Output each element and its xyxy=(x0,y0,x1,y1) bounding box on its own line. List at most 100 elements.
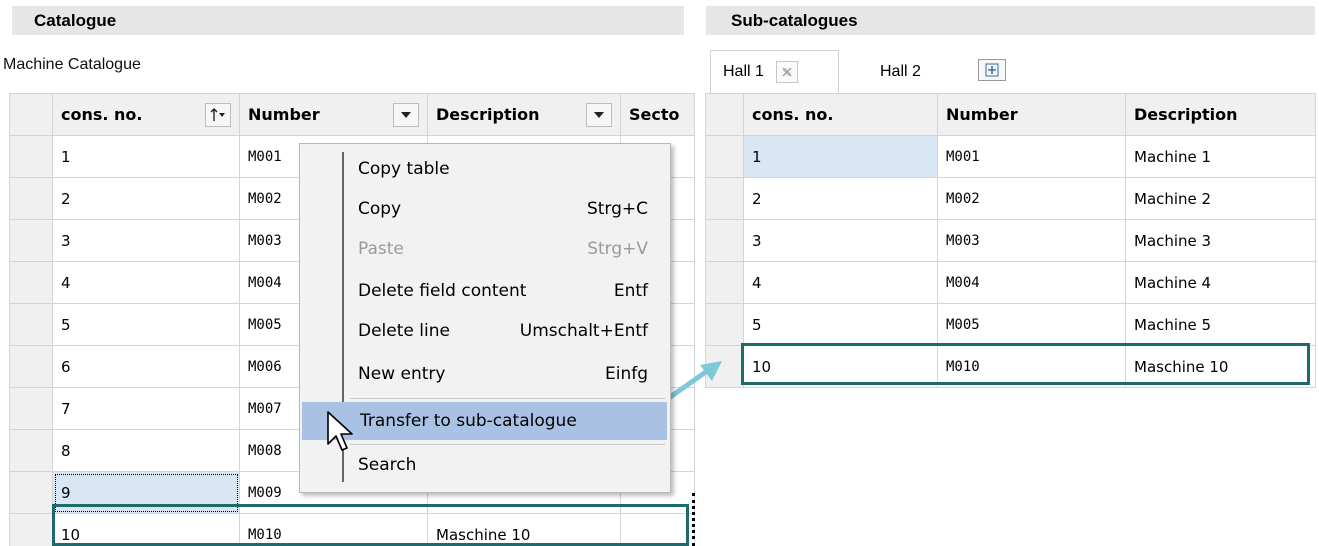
cell-cons-no[interactable]: 3 xyxy=(52,219,240,262)
row-header[interactable] xyxy=(705,135,744,178)
row-header[interactable] xyxy=(705,261,744,304)
cell-number[interactable]: M004 xyxy=(937,261,1126,304)
cell-number[interactable]: M005 xyxy=(937,303,1126,346)
menu-item-label: New entry xyxy=(358,364,446,384)
menu-item-label: Paste xyxy=(358,239,404,259)
menu-item-shortcut: Einfg xyxy=(604,364,648,384)
menu-item-label: Delete line xyxy=(358,321,450,341)
table-row[interactable]: 5 M005 Machine 5 xyxy=(705,303,1316,346)
row-header[interactable] xyxy=(705,219,744,262)
menu-item-search[interactable]: Search xyxy=(300,446,670,484)
sub-catalogues-header: Sub-catalogues xyxy=(706,6,1315,35)
row-header[interactable] xyxy=(9,513,53,546)
row-header[interactable] xyxy=(9,387,53,430)
table-row[interactable]: 2 M002 Machine 2 xyxy=(705,177,1316,220)
cell-description[interactable]: Machine 2 xyxy=(1125,177,1316,220)
menu-item-copy[interactable]: Copy Strg+C xyxy=(300,190,670,228)
menu-item-label: Copy xyxy=(358,199,402,219)
column-header-cons-no[interactable]: cons. no. xyxy=(52,93,240,136)
row-header[interactable] xyxy=(9,471,53,514)
menu-item-shortcut: Entf xyxy=(613,281,648,301)
cell-number[interactable]: M010 xyxy=(937,345,1126,388)
cell-cons-no[interactable]: 5 xyxy=(52,303,240,346)
table-row[interactable]: 10 M010 Maschine 10 xyxy=(9,513,695,546)
row-header[interactable] xyxy=(9,303,53,346)
column-header-cons-no[interactable]: cons. no. xyxy=(743,93,938,136)
cell-sector[interactable] xyxy=(620,513,695,546)
row-header[interactable] xyxy=(9,429,53,472)
menu-divider xyxy=(350,398,665,399)
cell-cons-no[interactable]: 2 xyxy=(743,177,938,220)
column-label: Number xyxy=(248,105,320,124)
menu-item-new-entry[interactable]: New entry Einfg xyxy=(300,355,670,393)
menu-item-label: Delete field content xyxy=(358,281,527,301)
cell-cons-no[interactable]: 4 xyxy=(743,261,938,304)
cell-number[interactable]: M003 xyxy=(937,219,1126,262)
menu-item-delete-line[interactable]: Delete line Umschalt+Entf xyxy=(300,312,670,350)
plus-icon[interactable] xyxy=(978,59,1006,81)
column-header-number[interactable]: Number xyxy=(239,93,428,136)
sort-ascending-icon[interactable] xyxy=(205,102,231,127)
row-header[interactable] xyxy=(9,135,53,178)
column-header-sector[interactable]: Secto xyxy=(620,93,695,136)
cell-description[interactable]: Machine 1 xyxy=(1125,135,1316,178)
close-icon[interactable] xyxy=(775,61,798,83)
row-header[interactable] xyxy=(9,177,53,220)
sub-catalogue-table: cons. no. Number Description 1 M001 Mach… xyxy=(705,93,1316,388)
table-row[interactable]: 3 M003 Machine 3 xyxy=(705,219,1316,262)
table-row[interactable]: 10 M010 Maschine 10 xyxy=(705,345,1316,388)
cell-cons-no[interactable]: 4 xyxy=(52,261,240,304)
row-header-corner xyxy=(705,93,744,136)
column-label: cons. no. xyxy=(61,105,143,124)
column-label: Description xyxy=(436,105,540,124)
row-header[interactable] xyxy=(705,303,744,346)
menu-item-shortcut: Strg+V xyxy=(587,239,648,259)
cell-cons-no[interactable]: 1 xyxy=(743,135,938,178)
cell-cons-no[interactable]: 9 xyxy=(52,471,240,514)
cell-description[interactable]: Maschine 10 xyxy=(427,513,621,546)
table-row[interactable]: 4 M004 Machine 4 xyxy=(705,261,1316,304)
tab-hall-1[interactable]: Hall 1 xyxy=(710,50,839,93)
cell-cons-no[interactable]: 6 xyxy=(52,345,240,388)
cell-cons-no[interactable]: 10 xyxy=(52,513,240,546)
menu-item-label: Search xyxy=(358,455,417,475)
cell-number[interactable]: M001 xyxy=(937,135,1126,178)
cell-cons-no[interactable]: 5 xyxy=(743,303,938,346)
cell-number[interactable]: M010 xyxy=(239,513,428,546)
row-header[interactable] xyxy=(705,177,744,220)
cell-cons-no[interactable]: 1 xyxy=(52,135,240,178)
cell-number[interactable]: M002 xyxy=(937,177,1126,220)
column-header-number[interactable]: Number xyxy=(937,93,1126,136)
tab-label: Hall 1 xyxy=(723,63,764,80)
menu-item-delete-field-content[interactable]: Delete field content Entf xyxy=(300,272,670,310)
menu-item-copy-table[interactable]: Copy table xyxy=(300,150,670,188)
menu-item-shortcut: Strg+C xyxy=(586,199,648,219)
cell-cons-no[interactable]: 3 xyxy=(743,219,938,262)
cell-description[interactable]: Machine 3 xyxy=(1125,219,1316,262)
cell-cons-no[interactable]: 8 xyxy=(52,429,240,472)
menu-item-transfer-to-sub-catalogue[interactable]: Transfer to sub-catalogue xyxy=(302,402,667,440)
row-header[interactable] xyxy=(9,219,53,262)
cell-description[interactable]: Machine 4 xyxy=(1125,261,1316,304)
catalogue-header: Catalogue xyxy=(12,6,684,35)
row-header-corner xyxy=(9,93,53,136)
cell-cons-no[interactable]: 7 xyxy=(52,387,240,430)
tab-label: Hall 2 xyxy=(880,62,921,80)
cell-description[interactable]: Machine 5 xyxy=(1125,303,1316,346)
table-header-row: cons. no. Number Description Secto xyxy=(9,93,695,136)
menu-item-paste: Paste Strg+V xyxy=(300,230,670,268)
cell-description[interactable]: Maschine 10 xyxy=(1125,345,1316,388)
resize-handle[interactable] xyxy=(692,493,695,546)
menu-item-shortcut: Umschalt+Entf xyxy=(519,321,648,341)
menu-item-label: Copy table xyxy=(358,159,450,179)
tab-hall-2[interactable]: Hall 2 xyxy=(880,50,970,93)
chevron-down-icon[interactable] xyxy=(393,102,419,127)
row-header[interactable] xyxy=(9,345,53,388)
column-header-description[interactable]: Description xyxy=(427,93,621,136)
row-header[interactable] xyxy=(9,261,53,304)
cell-cons-no[interactable]: 10 xyxy=(743,345,938,388)
table-row[interactable]: 1 M001 Machine 1 xyxy=(705,135,1316,178)
cell-cons-no[interactable]: 2 xyxy=(52,177,240,220)
chevron-down-icon[interactable] xyxy=(586,102,612,127)
column-header-description[interactable]: Description xyxy=(1125,93,1316,136)
